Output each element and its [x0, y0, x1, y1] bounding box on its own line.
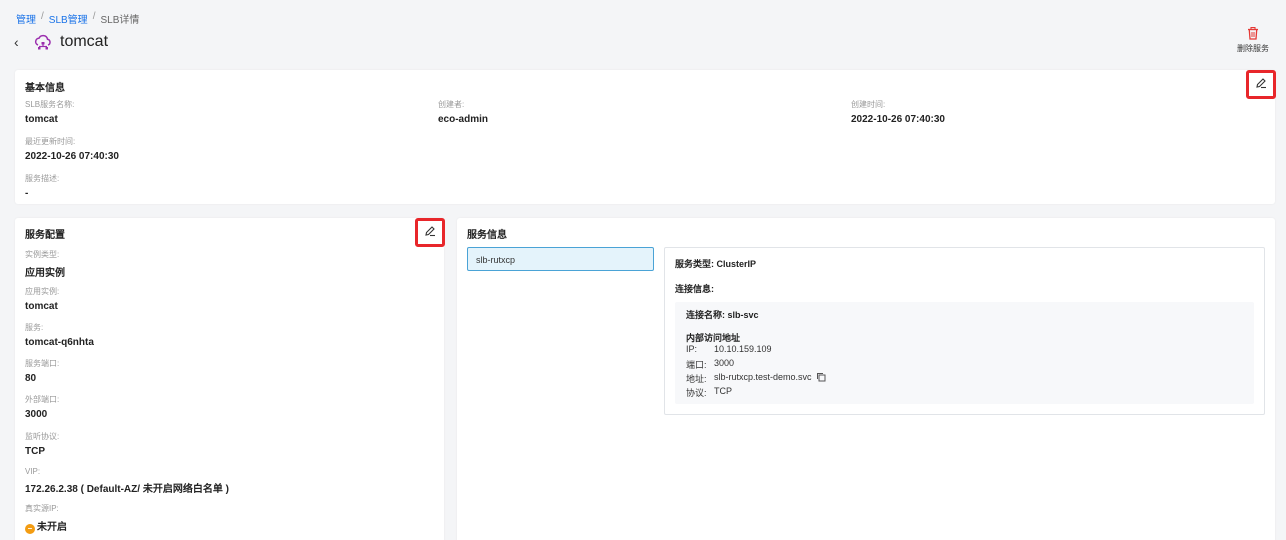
- page-header: ‹ tomcat: [14, 32, 108, 52]
- field-slb-name: SLB服务名称: tomcat: [25, 100, 75, 125]
- service-config-title: 服务配置: [25, 230, 65, 241]
- field-external-port: 外部端口: 3000: [25, 395, 60, 420]
- breadcrumb-item-slb-detail: SLB详情: [100, 15, 140, 26]
- internal-address-value: slb-rutxcp.test-demo.svc: [714, 372, 812, 382]
- internal-port-value: 3000: [714, 358, 735, 368]
- field-real-source-ip: 真实源IP: – 未开启: [25, 504, 67, 534]
- service-info-title: 服务信息: [467, 230, 507, 241]
- breadcrumb-separator: /: [92, 11, 96, 22]
- internal-ip-value: 10.10.159.109: [714, 344, 772, 354]
- field-creator: 创建者: eco-admin: [438, 100, 489, 125]
- service-tab-slb-rutxcp[interactable]: slb-rutxcp: [467, 247, 654, 271]
- field-updated-time: 最近更新时间: 2022-10-26 07:40:30: [25, 137, 119, 162]
- internal-port-row: 端口: 3000: [686, 358, 735, 370]
- field-created-time: 创建时间: 2022-10-26 07:40:30: [851, 100, 945, 125]
- breadcrumb-separator: /: [41, 11, 44, 22]
- breadcrumb-item-slb-manage[interactable]: SLB管理: [49, 11, 88, 26]
- connection-name: 连接名称: slb-svc: [686, 310, 759, 320]
- internal-address-row: 地址: slb-rutxcp.test-demo.svc: [686, 372, 826, 385]
- breadcrumb-item-manage[interactable]: 管理: [16, 11, 36, 26]
- real-source-ip-status: 未开启: [37, 522, 67, 533]
- field-instance-type: 实例类型: 应用实例: [25, 250, 65, 279]
- page-title: tomcat: [60, 33, 109, 50]
- minus-circle-icon: –: [25, 524, 35, 534]
- connection-info-title: 连接信息:: [675, 284, 714, 294]
- copy-icon[interactable]: [816, 372, 826, 385]
- field-service-port: 服务端口: 80: [25, 359, 60, 384]
- edit-basic-info-button[interactable]: [1246, 70, 1276, 99]
- trash-icon: [1236, 27, 1270, 40]
- field-app-instance: 应用实例: tomcat: [25, 287, 60, 312]
- edit-service-config-button[interactable]: [415, 218, 445, 247]
- basic-info-card: [15, 70, 1275, 204]
- pencil-icon: [1255, 76, 1267, 94]
- cloud-network-icon: [33, 32, 53, 52]
- service-type: 服务类型: ClusterIP: [675, 259, 757, 269]
- delete-service-button[interactable]: 删除服务: [1236, 27, 1270, 54]
- internal-protocol-value: TCP: [714, 386, 732, 396]
- field-service: 服务: tomcat-q6nhta: [25, 323, 94, 348]
- basic-info-title: 基本信息: [25, 83, 65, 94]
- internal-address-title: 内部访问地址: [686, 333, 741, 343]
- back-icon[interactable]: ‹: [14, 34, 26, 50]
- field-description: 服务描述: -: [25, 174, 60, 199]
- internal-ip-row: IP: 10.10.159.109: [686, 344, 772, 354]
- delete-service-label: 删除服务: [1237, 44, 1269, 53]
- field-vip: VIP: 172.26.2.38 ( Default-AZ/ 未开启网络白名单 …: [25, 467, 229, 495]
- pencil-icon: [424, 224, 436, 242]
- field-listen-protocol: 监听协议: TCP: [25, 432, 60, 457]
- breadcrumb: 管理 / SLB管理 / SLB详情: [16, 11, 139, 26]
- internal-protocol-row: 协议: TCP: [686, 386, 732, 398]
